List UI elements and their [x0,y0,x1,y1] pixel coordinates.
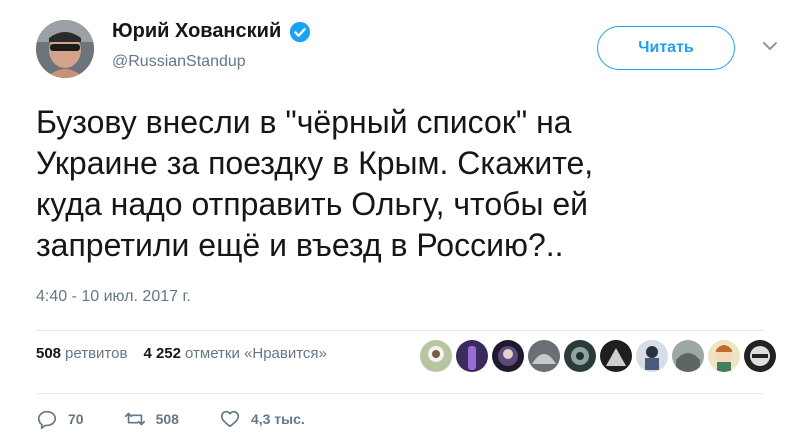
author-handle[interactable]: @RussianStandup [112,53,246,71]
like-count: 4,3 тыс. [250,411,305,427]
author-name[interactable]: Юрий Хованский [112,20,281,43]
liker-avatar[interactable] [492,340,524,372]
like-action[interactable]: 4,3 тыс. [219,408,305,430]
liker-avatar[interactable] [672,340,704,372]
reply-icon [37,410,57,429]
verified-badge-icon [290,21,311,42]
retweets-label: ретвитов [65,345,128,362]
retweet-count: 508 [155,411,179,427]
divider-bottom [36,393,764,394]
retweet-icon [124,412,145,426]
reply-action[interactable]: 70 [36,408,84,430]
retweets-count: 508 [36,345,62,362]
engagement-stats: 508 ретвитов 4 252 отметки «Нравится» [36,345,327,362]
liker-avatar[interactable] [456,340,488,372]
retweet-action[interactable]: 508 [124,408,179,430]
author-name-row[interactable]: Юрий Хованский [112,20,311,43]
liker-avatar[interactable] [528,340,560,372]
liker-avatar[interactable] [420,340,452,372]
author-avatar[interactable] [36,20,94,78]
likes-count: 4 252 [143,345,181,362]
tweet-timestamp[interactable]: 4:40 - 10 июл. 2017 г. [36,288,191,306]
likes-stat[interactable]: 4 252 отметки «Нравится» [143,345,326,362]
liker-avatar[interactable] [600,340,632,372]
liker-avatar[interactable] [744,340,776,372]
liker-avatar[interactable] [564,340,596,372]
liker-avatar[interactable] [708,340,740,372]
retweets-stat[interactable]: 508 ретвитов [36,345,127,362]
chevron-down-icon[interactable] [760,38,780,54]
likes-label: отметки «Нравится» [185,345,327,362]
tweet-text: Бузову внесли в "чёрный список" на Украи… [36,104,594,263]
reply-count: 70 [68,411,84,427]
heart-icon [220,410,240,428]
tweet-actions: 70 508 4,3 тыс. [36,408,345,430]
likers-avatars [420,340,776,372]
follow-button[interactable]: Читать [597,26,735,70]
divider-top [36,330,764,331]
liker-avatar[interactable] [636,340,668,372]
